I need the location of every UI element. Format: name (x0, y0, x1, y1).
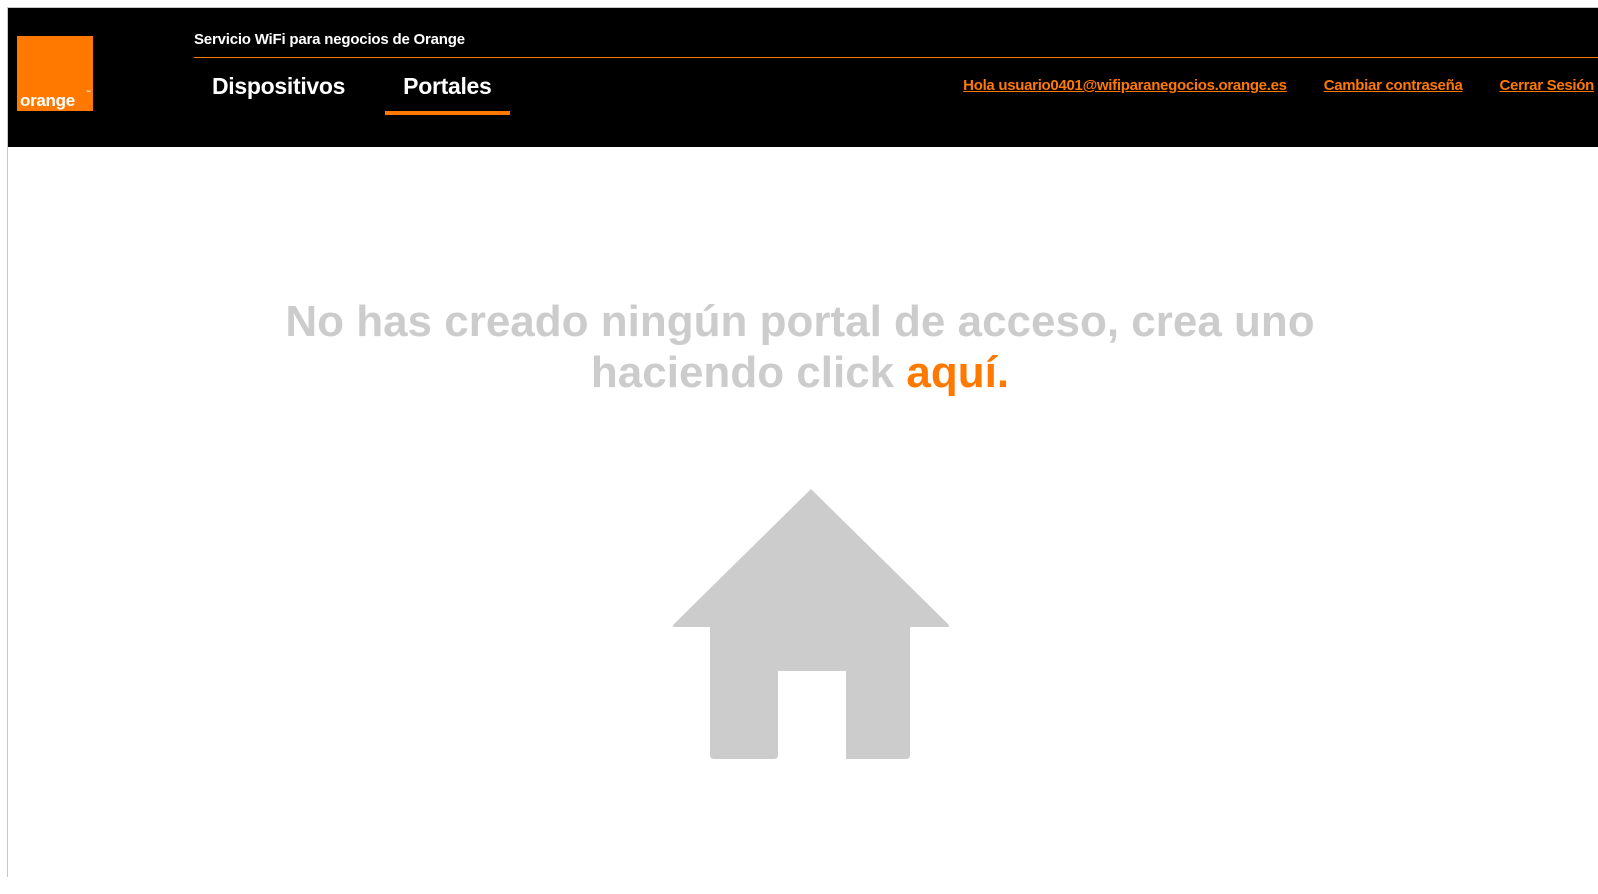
main-nav: Dispositivos Portales (194, 70, 532, 115)
tab-dispositivos[interactable]: Dispositivos (194, 70, 363, 115)
user-links: Hola usuario0401@wifiparanegocios.orange… (963, 77, 1594, 94)
change-password-link[interactable]: Cambiar contraseña (1324, 77, 1463, 94)
page-frame: orange ™ Servicio WiFi para negocios de … (7, 7, 1598, 877)
header-divider (194, 57, 1598, 58)
empty-state-text-line1: No has creado ningún portal de acceso, c… (285, 297, 1315, 346)
top-header: orange ™ Servicio WiFi para negocios de … (8, 8, 1598, 147)
create-portal-link[interactable]: aquí. (906, 348, 1009, 397)
logo-trademark: ™ (86, 90, 91, 96)
logout-link[interactable]: Cerrar Sesión (1500, 77, 1595, 94)
user-greeting-link[interactable]: Hola usuario0401@wifiparanegocios.orange… (963, 77, 1287, 94)
orange-logo[interactable]: orange ™ (17, 36, 93, 111)
logo-wordmark: orange (20, 91, 75, 110)
empty-state-message: No has creado ningún portal de acceso, c… (8, 296, 1592, 398)
service-title: Servicio WiFi para negocios de Orange (194, 31, 465, 48)
empty-state-text-line2: haciendo click (590, 348, 907, 397)
tab-portales[interactable]: Portales (385, 70, 510, 115)
home-icon (672, 489, 950, 759)
